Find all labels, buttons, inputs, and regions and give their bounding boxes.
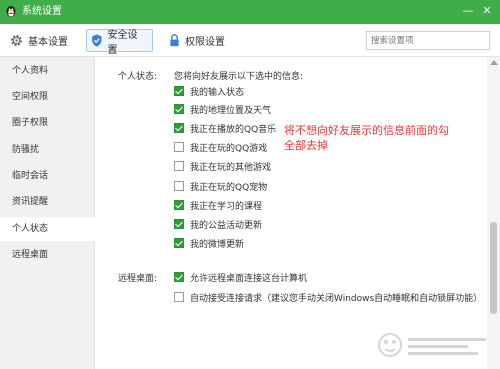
- option-qq-pet[interactable]: 我正在玩的QQ宠物: [174, 179, 267, 193]
- sidebar-item-anti-harassment[interactable]: 防骚扰: [0, 138, 95, 162]
- option-typing-status[interactable]: 我的输入状态: [174, 84, 244, 98]
- tab-label: 安全设置: [107, 29, 138, 56]
- option-label: 我的公益活动更新: [190, 220, 263, 231]
- option-label: 我的微博更新: [190, 239, 245, 250]
- toolbar: 基本设置 安全设置 权限设置: [0, 24, 500, 57]
- personal-status-label: 个人状态:: [118, 72, 158, 82]
- tab-label: 基本设置: [28, 37, 68, 48]
- option-label: 我正在学习的课程: [190, 201, 263, 212]
- checkbox[interactable]: [174, 104, 184, 114]
- checkbox[interactable]: [174, 161, 184, 171]
- checkbox[interactable]: [174, 181, 184, 191]
- instruction-annotation: 将不想向好友展示的信息前面的勾全部去掉: [284, 124, 449, 152]
- checkbox[interactable]: [174, 200, 184, 210]
- tab-label: 权限设置: [185, 37, 225, 48]
- close-button[interactable]: ✕: [479, 3, 495, 19]
- checkbox[interactable]: [174, 142, 184, 152]
- sidebar-item-profile[interactable]: 个人资料: [0, 59, 95, 83]
- option-auto-accept[interactable]: 自动接受连接请求（建议您手动关闭Windows自动睡眠和自动锁屏功能）: [174, 290, 482, 304]
- personal-status-intro: 您将向好友展示以下选中的信息:: [174, 72, 304, 82]
- settings-content: 个人状态: 您将向好友展示以下选中的信息: 我的输入状态 我的地理位置及天气 我…: [96, 57, 487, 369]
- checkbox[interactable]: [174, 238, 184, 248]
- shield-icon: [92, 34, 102, 47]
- tab-security-settings[interactable]: 安全设置: [86, 29, 153, 56]
- checkbox[interactable]: [174, 219, 184, 229]
- qq-penguin-icon: [6, 6, 16, 17]
- option-other-game[interactable]: 我正在玩的其他游戏: [174, 159, 271, 173]
- option-course[interactable]: 我正在学习的课程: [174, 198, 262, 212]
- option-label: 自动接受连接请求（建议您手动关闭Windows自动睡眠和自动锁屏功能）: [190, 293, 483, 304]
- option-qq-music[interactable]: 我正在播放的QQ音乐: [174, 121, 276, 135]
- minimize-button[interactable]: —: [460, 3, 476, 19]
- checkbox[interactable]: [174, 123, 184, 133]
- option-label: 我正在玩的QQ宠物: [190, 182, 268, 193]
- sidebar-item-news-reminder[interactable]: 资讯提醒: [0, 190, 95, 214]
- lock-icon: [170, 34, 179, 47]
- option-label: 我的输入状态: [190, 87, 245, 98]
- option-weibo[interactable]: 我的微博更新: [174, 236, 244, 250]
- checkbox[interactable]: [174, 292, 184, 302]
- tab-permission-settings[interactable]: 权限设置: [165, 29, 231, 52]
- scrollbar[interactable]: [487, 57, 500, 369]
- sidebar: 个人资料 空间权限 圈子权限 防骚扰 临时会话 资讯提醒 个人状态 远程桌面: [0, 57, 96, 369]
- scrollbar-thumb[interactable]: [490, 222, 497, 314]
- sidebar-item-temp-session[interactable]: 临时会话: [0, 164, 95, 188]
- window-title: 系统设置: [22, 6, 62, 17]
- option-label: 我正在播放的QQ音乐: [190, 124, 277, 135]
- sidebar-item-circle-permission[interactable]: 圈子权限: [0, 111, 95, 135]
- option-label: 允许远程桌面连接这台计算机: [190, 273, 308, 284]
- option-label: 我正在玩的其他游戏: [190, 162, 272, 173]
- sidebar-item-zone-permission[interactable]: 空间权限: [0, 85, 95, 109]
- checkbox[interactable]: [174, 272, 184, 282]
- option-location-weather[interactable]: 我的地理位置及天气: [174, 102, 271, 116]
- scroll-up-arrow-icon[interactable]: [490, 60, 498, 65]
- tab-basic-settings[interactable]: 基本设置: [6, 29, 74, 52]
- option-charity[interactable]: 我的公益活动更新: [174, 217, 262, 231]
- option-label: 我的地理位置及天气: [190, 105, 272, 116]
- option-allow-remote[interactable]: 允许远程桌面连接这台计算机: [174, 270, 307, 284]
- title-bar: 系统设置 — ✕: [0, 0, 500, 24]
- option-label: 我正在玩的QQ游戏: [190, 143, 268, 154]
- remote-desktop-label: 远程桌面:: [118, 274, 158, 284]
- sidebar-item-personal-status[interactable]: 个人状态: [0, 217, 96, 241]
- gear-icon: [11, 35, 22, 46]
- checkbox[interactable]: [174, 86, 184, 96]
- watermark-logo: [378, 333, 486, 357]
- search-input[interactable]: [371, 34, 483, 47]
- search-box[interactable]: [366, 31, 490, 50]
- option-qq-game[interactable]: 我正在玩的QQ游戏: [174, 140, 267, 154]
- sidebar-item-remote-desktop[interactable]: 远程桌面: [0, 243, 95, 267]
